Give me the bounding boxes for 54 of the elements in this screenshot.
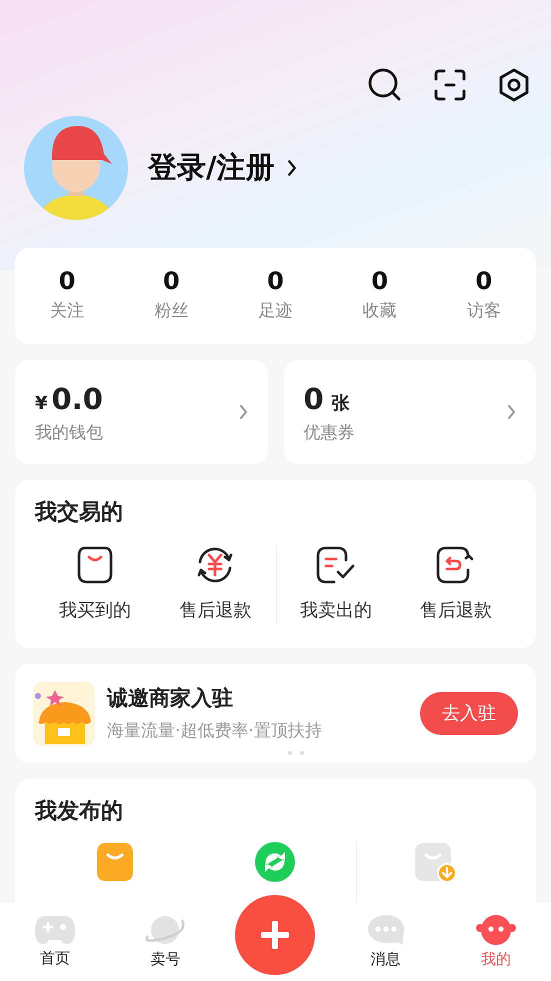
currency-symbol: ¥ [35,392,48,416]
chevron-icon [238,403,248,421]
plus-icon [261,921,290,949]
settings-icon[interactable] [498,68,530,102]
trade-shortcut[interactable]: 我买到的 [35,545,156,624]
scan-icon[interactable] [434,69,466,101]
gamepad-icon [35,914,76,945]
stat-count[interactable]: 0 [476,267,492,296]
shortcut-label: 我买到的 [59,599,132,623]
coupon-unit: 张 [332,392,350,416]
coupon-count: 0 [304,380,324,418]
checked-list-icon [316,546,356,584]
section-title: 我交易的 [35,500,123,525]
chevron-icon [507,403,516,421]
shortcut-label: 售后退款 [179,599,252,623]
stat-label[interactable]: 足迹 [258,299,292,325]
planet-icon [145,914,186,946]
mascot-face-icon [476,914,516,946]
refresh-icon [255,842,296,882]
section-title: 我发布的 [35,799,123,824]
yen-exchange-icon [195,545,236,585]
coupon-card[interactable]: 0 张 优惠券 [284,360,536,464]
shortcut-label: 我卖出的 [300,599,372,623]
nav-tab[interactable]: 首页 [0,914,110,970]
trade-shortcut[interactable]: 我卖出的 [276,545,396,624]
shop-icon [33,682,95,746]
stat-label[interactable]: 访客 [466,299,501,325]
nav-tab[interactable]: 卖号 [110,914,220,970]
stat-label[interactable]: 关注 [50,299,84,325]
wallet-balance: 0.0 [52,380,103,418]
pager-dots-icon [288,751,304,755]
coupon-label: 优惠券 [304,422,354,445]
stat-count[interactable]: 0 [371,267,388,296]
stat-count[interactable]: 0 [267,267,284,296]
chat-bubble-icon [366,914,405,946]
stat-count[interactable]: 0 [162,267,180,296]
chevron-icon [286,158,297,178]
banner-subtitle: 海量流量·超低费率·置顶扶持 [107,720,323,742]
stat-label[interactable]: 粉丝 [154,299,188,325]
stat-count[interactable]: 0 [58,267,76,296]
search-icon[interactable] [368,68,402,102]
return-icon [436,546,476,584]
login-link[interactable]: 登录/注册 [148,146,297,190]
bag-icon [77,546,114,584]
stat-label[interactable]: 收藏 [362,299,397,325]
trade-shortcut[interactable]: 售后退款 [155,545,276,624]
wallet-card[interactable]: ¥0.0 我的钱包 [15,360,268,464]
shopping-bag-icon [96,842,134,882]
join-button[interactable]: 去入驻 [420,692,518,735]
wallet-label: 我的钱包 [35,422,103,445]
nav-tab[interactable]: 消息 [330,914,441,970]
shortcut-label: 售后退款 [420,599,492,623]
trade-shortcut[interactable]: 售后退款 [396,545,516,624]
banner-title: 诚邀商家入驻 [107,685,234,712]
